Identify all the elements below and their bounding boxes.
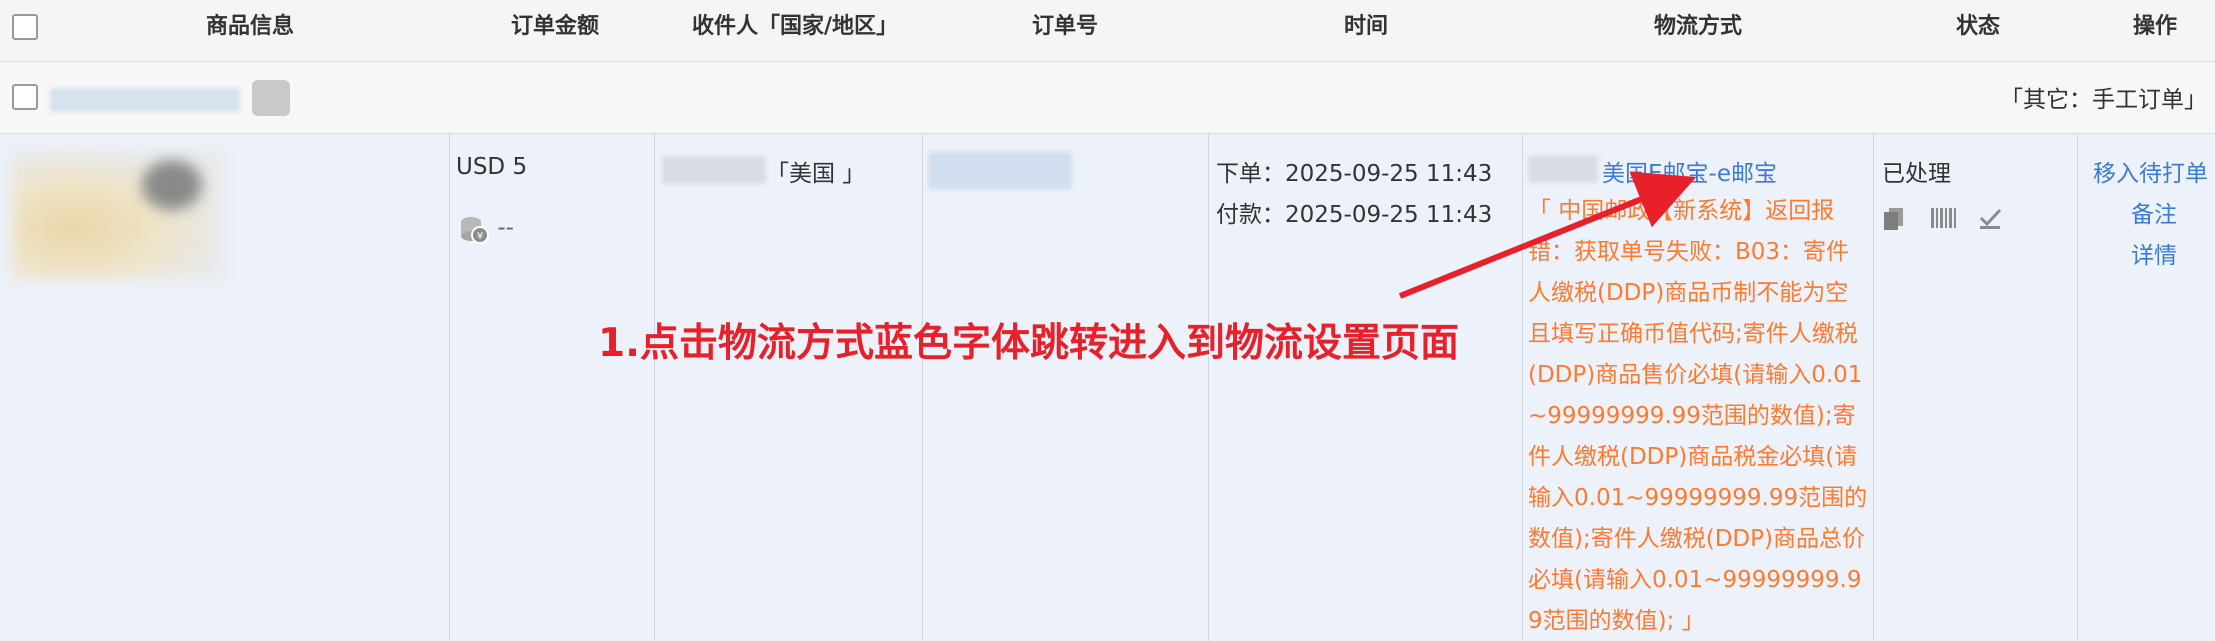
annotation-text: 1.点击物流方式蓝色字体跳转进入到物流设置页面 (598, 321, 1459, 366)
